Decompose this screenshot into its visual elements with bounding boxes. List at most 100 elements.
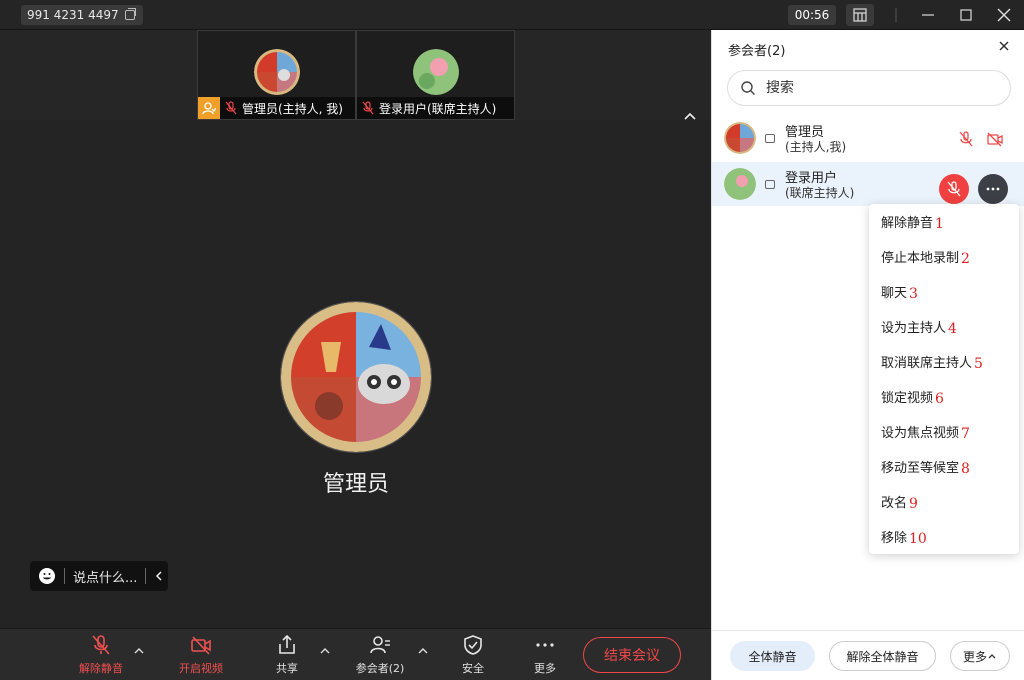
participant-search[interactable] (727, 70, 1011, 106)
panel-title: 参会者(2) (728, 44, 786, 59)
shield-icon (464, 635, 482, 655)
participant-more-button[interactable] (978, 174, 1008, 204)
meeting-timer: 00:56 (788, 5, 836, 25)
divider (145, 568, 147, 584)
security-button[interactable]: 安全 (443, 634, 503, 676)
minimize-icon (922, 14, 934, 16)
mute-all-button[interactable]: 全体静音 (730, 641, 815, 671)
window-divider (886, 5, 906, 25)
more-dots-icon (986, 187, 1000, 191)
avatar-art-icon (724, 122, 756, 154)
annotation-number: 5 (974, 355, 983, 372)
menu-item-label: 停止本地录制 (881, 251, 960, 266)
unmute-all-button[interactable]: 解除全体静音 (829, 641, 936, 671)
end-meeting-button[interactable]: 结束会议 (583, 637, 681, 673)
menu-item-rename[interactable]: 改名 9 (869, 484, 1019, 519)
video-tile-label: 登录用户(联席主持人) (357, 97, 514, 119)
close-icon[interactable] (998, 40, 1010, 52)
emoji-icon[interactable] (38, 567, 56, 585)
annotation-number: 3 (909, 285, 918, 302)
menu-item-label: 锁定视频 (881, 391, 934, 406)
panel-footer: 全体静音 解除全体静音 更多 (712, 630, 1024, 680)
chevron-up-icon[interactable] (133, 645, 145, 657)
avatar (254, 49, 300, 95)
layout-icon (853, 8, 867, 22)
menu-item-revoke-cohost[interactable]: 取消联席主持人 5 (869, 344, 1019, 379)
maximize-button[interactable] (956, 5, 976, 25)
annotation-number: 4 (948, 320, 957, 337)
chevron-left-icon[interactable] (154, 570, 164, 582)
menu-item-chat[interactable]: 聊天 3 (869, 274, 1019, 309)
annotation-number: 6 (935, 390, 944, 407)
menu-item-label: 设为焦点视频 (881, 426, 960, 441)
participants-button[interactable]: 参会者(2) (350, 634, 410, 676)
video-tile-host[interactable]: 管理员(主持人, 我) (197, 30, 356, 120)
chat-placeholder[interactable]: 说点什么... (73, 567, 137, 586)
device-icon (765, 180, 775, 189)
participant-role: (联席主持人) (785, 186, 855, 200)
close-icon (997, 8, 1011, 22)
security-label: 安全 (462, 662, 484, 675)
annotation-number: 2 (961, 250, 970, 267)
avatar-flower-icon (413, 49, 459, 95)
avatar (724, 168, 756, 200)
search-icon (741, 81, 755, 95)
chevron-up-icon[interactable] (417, 645, 429, 657)
close-window-button[interactable] (994, 5, 1014, 25)
menu-item-remove[interactable]: 移除 10 (869, 519, 1019, 554)
collapse-strip-icon[interactable] (682, 110, 698, 122)
annotation-number: 1 (935, 215, 944, 232)
menu-item-label: 取消联席主持人 (881, 356, 973, 371)
chevron-up-icon[interactable] (319, 645, 331, 657)
video-thumbnail-strip: 管理员(主持人, 我) 登录用户(联席主持人) (0, 30, 711, 120)
unmute-participant-button[interactable] (939, 174, 969, 204)
video-tile-cohost[interactable]: 登录用户(联席主持人) (356, 30, 515, 120)
copy-icon[interactable] (124, 8, 136, 20)
participant-row-selected[interactable]: 登录用户 (联席主持人) (712, 162, 1024, 206)
video-tile-name: 登录用户(联席主持人) (379, 101, 497, 116)
share-button[interactable]: 共享 (257, 634, 317, 676)
menu-item-make-host[interactable]: 设为主持人 4 (869, 309, 1019, 344)
participants-panel: 参会者(2) 管理员 (主持人,我) 登 (711, 30, 1024, 680)
panel-more-button[interactable]: 更多 (950, 641, 1010, 671)
chevron-up-icon (988, 654, 996, 659)
menu-item-stop-local-recording[interactable]: 停止本地录制 2 (869, 239, 1019, 274)
avatar-flower-icon (724, 168, 756, 200)
video-off-icon[interactable] (986, 130, 1004, 148)
unmute-button[interactable]: 解除静音 (71, 634, 131, 676)
avatar-art-icon (254, 49, 300, 95)
start-video-label: 开启视频 (179, 662, 223, 675)
more-button[interactable]: 更多 (515, 634, 575, 676)
avatar-art-icon (281, 302, 431, 452)
device-icon (765, 134, 775, 143)
mic-muted-icon (92, 635, 110, 655)
layout-button[interactable] (846, 4, 874, 26)
participant-row[interactable]: 管理员 (主持人,我) (712, 116, 1024, 160)
annotation-number: 8 (961, 460, 970, 477)
menu-item-spotlight-video[interactable]: 设为焦点视频 7 (869, 414, 1019, 449)
mic-muted-icon (947, 181, 961, 197)
divider (64, 568, 65, 584)
quick-chat-bar[interactable]: 说点什么... (30, 561, 168, 591)
video-tile-label: 管理员(主持人, 我) (198, 97, 355, 119)
menu-item-unmute[interactable]: 解除静音 1 (869, 204, 1019, 239)
mic-muted-icon[interactable] (957, 130, 975, 148)
share-label: 共享 (276, 662, 298, 675)
menu-item-lock-video[interactable]: 锁定视频 6 (869, 379, 1019, 414)
minimize-button[interactable] (918, 5, 938, 25)
title-bar: 991 4231 4497 00:56 (0, 0, 1024, 30)
meeting-id-text: 991 4231 4497 (27, 8, 119, 22)
annotation-number: 10 (909, 530, 927, 547)
meeting-id-badge[interactable]: 991 4231 4497 (21, 5, 143, 25)
menu-item-label: 改名 (881, 496, 908, 511)
video-tile-name: 管理员(主持人, 我) (242, 101, 343, 116)
video-off-icon (191, 636, 211, 655)
panel-more-label: 更多 (962, 649, 987, 664)
share-icon (279, 634, 295, 654)
search-input[interactable] (766, 80, 986, 96)
menu-item-move-to-waiting-room[interactable]: 移动至等候室 8 (869, 449, 1019, 484)
participant-role: (主持人,我) (785, 140, 847, 154)
annotation-number: 7 (961, 425, 970, 442)
start-video-button[interactable]: 开启视频 (171, 634, 231, 676)
participant-context-menu: 解除静音 1 停止本地录制 2 聊天 3 设为主持人 4 取消联席主持人 5 锁定视频 6 … (869, 204, 1019, 554)
